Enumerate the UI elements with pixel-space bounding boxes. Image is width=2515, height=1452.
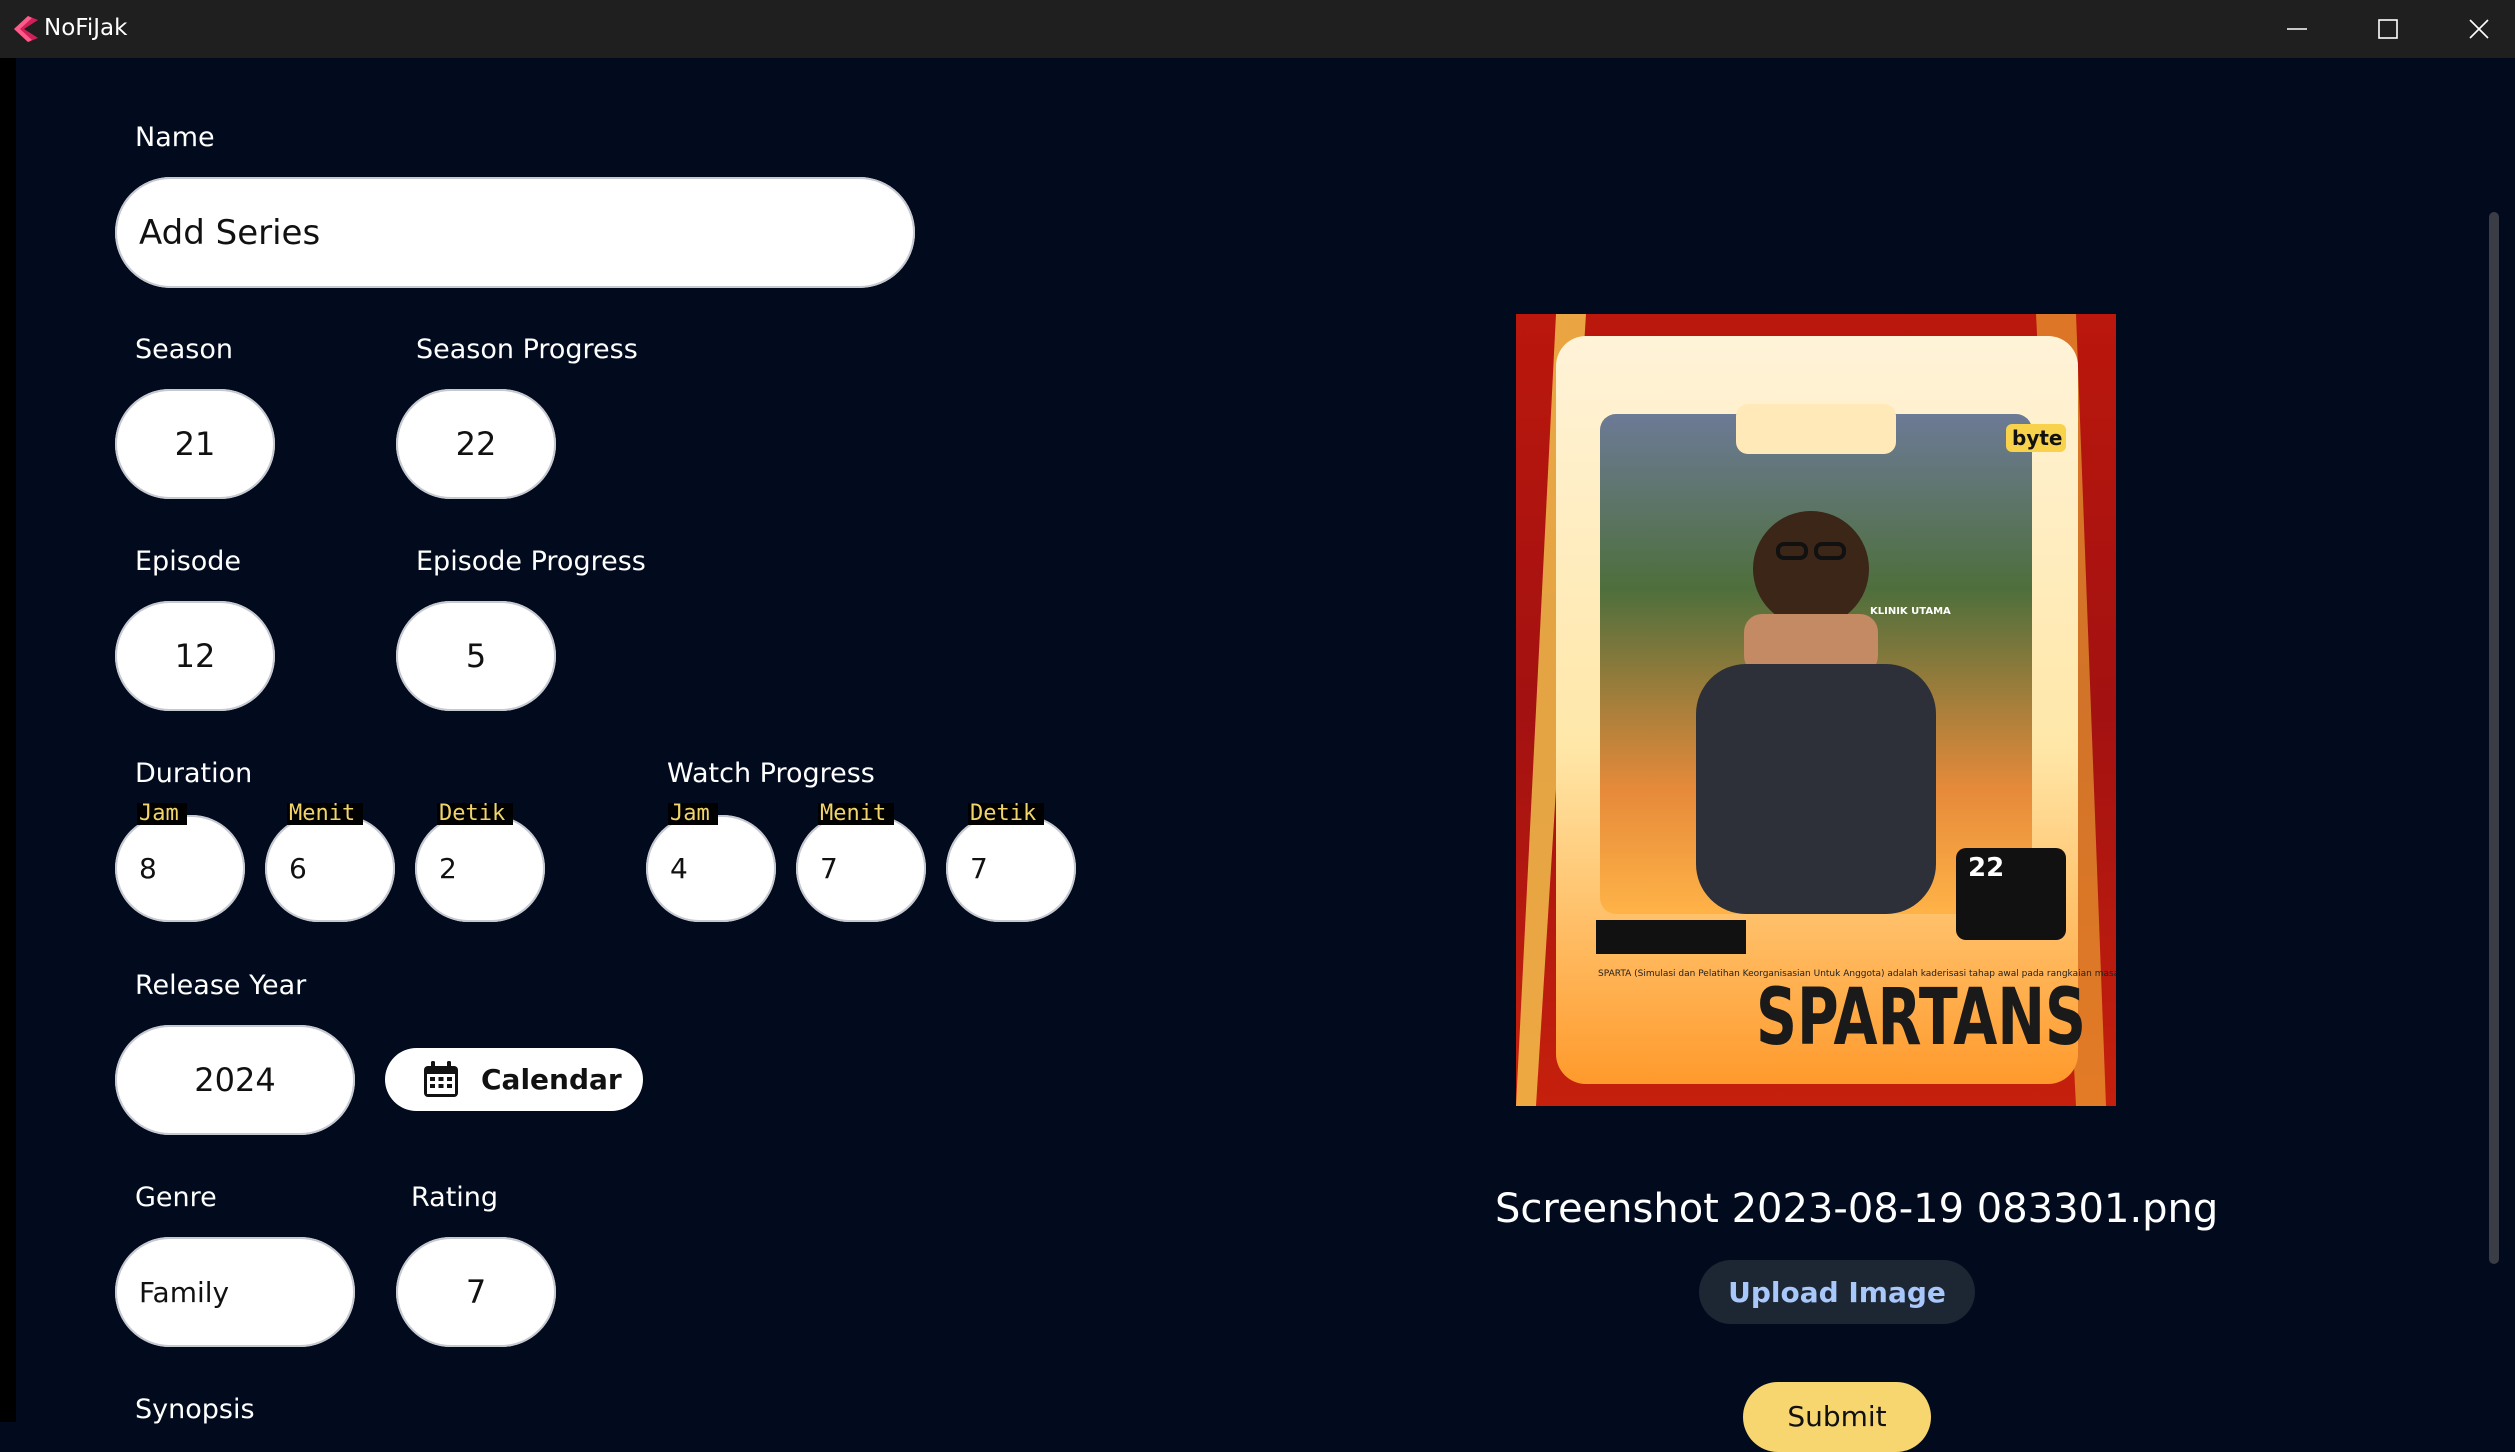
minimize-icon <box>2287 28 2307 30</box>
maximize-icon <box>2378 19 2398 39</box>
calendar-icon <box>424 1060 458 1097</box>
close-button[interactable] <box>2434 0 2515 58</box>
watch-hours-value: 4 <box>670 852 688 885</box>
season-progress-label: Season Progress <box>416 334 638 365</box>
name-input-value: Add Series <box>139 212 321 253</box>
maximize-button[interactable] <box>2343 0 2433 58</box>
close-icon <box>2469 19 2489 39</box>
image-filename: Screenshot 2023-08-19 083301.png <box>1495 1186 2219 1232</box>
season-input[interactable]: 21 <box>115 389 275 499</box>
upload-image-button[interactable]: Upload Image <box>1699 1260 1975 1324</box>
poster-brand: byte <box>2012 426 2062 450</box>
duration-hours-input[interactable]: 8 <box>115 815 245 922</box>
scrollbar-thumb[interactable] <box>2489 212 2499 1264</box>
genre-value: Family <box>139 1275 230 1309</box>
release-year-input[interactable]: 2024 <box>115 1025 355 1135</box>
watch-seconds-tag: Detik <box>968 803 1045 825</box>
duration-seconds-input[interactable]: 2 <box>415 815 545 922</box>
duration-hours-value: 8 <box>139 852 157 885</box>
episode-progress-label: Episode Progress <box>416 546 646 577</box>
watch-minutes-input[interactable]: 7 <box>796 815 926 922</box>
calendar-button-label: Calendar <box>481 1063 622 1096</box>
watch-progress-label: Watch Progress <box>667 758 875 789</box>
rating-label: Rating <box>411 1182 499 1213</box>
watch-minutes-value: 7 <box>820 852 838 885</box>
name-input[interactable]: Add Series <box>115 177 915 288</box>
episode-label: Episode <box>135 546 242 577</box>
calendar-button[interactable]: Calendar <box>385 1048 643 1111</box>
minimize-button[interactable] <box>2252 0 2342 58</box>
watch-minutes-tag: Menit <box>818 803 895 825</box>
duration-label: Duration <box>135 758 253 789</box>
duration-minutes-value: 6 <box>289 852 307 885</box>
season-label: Season <box>135 334 233 365</box>
season-value: 21 <box>174 425 216 463</box>
episode-value: 12 <box>174 637 216 675</box>
rating-input[interactable]: 7 <box>396 1237 556 1347</box>
poster-headline: SPARTANS <box>1756 973 2086 1063</box>
genre-input[interactable]: Family <box>115 1237 355 1347</box>
window-title: NoFiJak <box>44 15 128 41</box>
duration-minutes-input[interactable]: 6 <box>265 815 395 922</box>
poster-preview-image: 22 byte KLINIK UTAMA SPARTA (Simulasi da… <box>1516 314 2116 1106</box>
genre-label: Genre <box>135 1182 217 1213</box>
season-progress-input[interactable]: 22 <box>396 389 556 499</box>
poster-artwork: 22 byte KLINIK UTAMA SPARTA (Simulasi da… <box>1516 314 2116 1106</box>
episode-progress-value: 5 <box>465 637 487 675</box>
watch-hours-tag: Jam <box>668 803 718 825</box>
rating-value: 7 <box>465 1273 487 1311</box>
name-label: Name <box>135 122 215 153</box>
release-year-label: Release Year <box>135 970 307 1001</box>
watch-seconds-input[interactable]: 7 <box>946 815 1076 922</box>
watch-seconds-value: 7 <box>970 852 988 885</box>
episode-input[interactable]: 12 <box>115 601 275 711</box>
duration-seconds-tag: Detik <box>437 803 514 825</box>
season-progress-value: 22 <box>455 425 497 463</box>
duration-minutes-tag: Menit <box>287 803 364 825</box>
release-year-value: 2024 <box>194 1061 276 1099</box>
title-bar: NoFiJak <box>0 0 2515 58</box>
duration-seconds-value: 2 <box>439 852 457 885</box>
duration-hours-tag: Jam <box>137 803 187 825</box>
submit-button[interactable]: Submit <box>1743 1382 1931 1452</box>
app-logo-icon <box>14 16 38 42</box>
poster-sign-text: KLINIK UTAMA <box>1870 606 1951 617</box>
episode-progress-input[interactable]: 5 <box>396 601 556 711</box>
poster-number: 22 <box>1968 853 2004 883</box>
watch-hours-input[interactable]: 4 <box>646 815 776 922</box>
window-left-edge <box>0 58 16 1422</box>
synopsis-label: Synopsis <box>135 1394 255 1425</box>
